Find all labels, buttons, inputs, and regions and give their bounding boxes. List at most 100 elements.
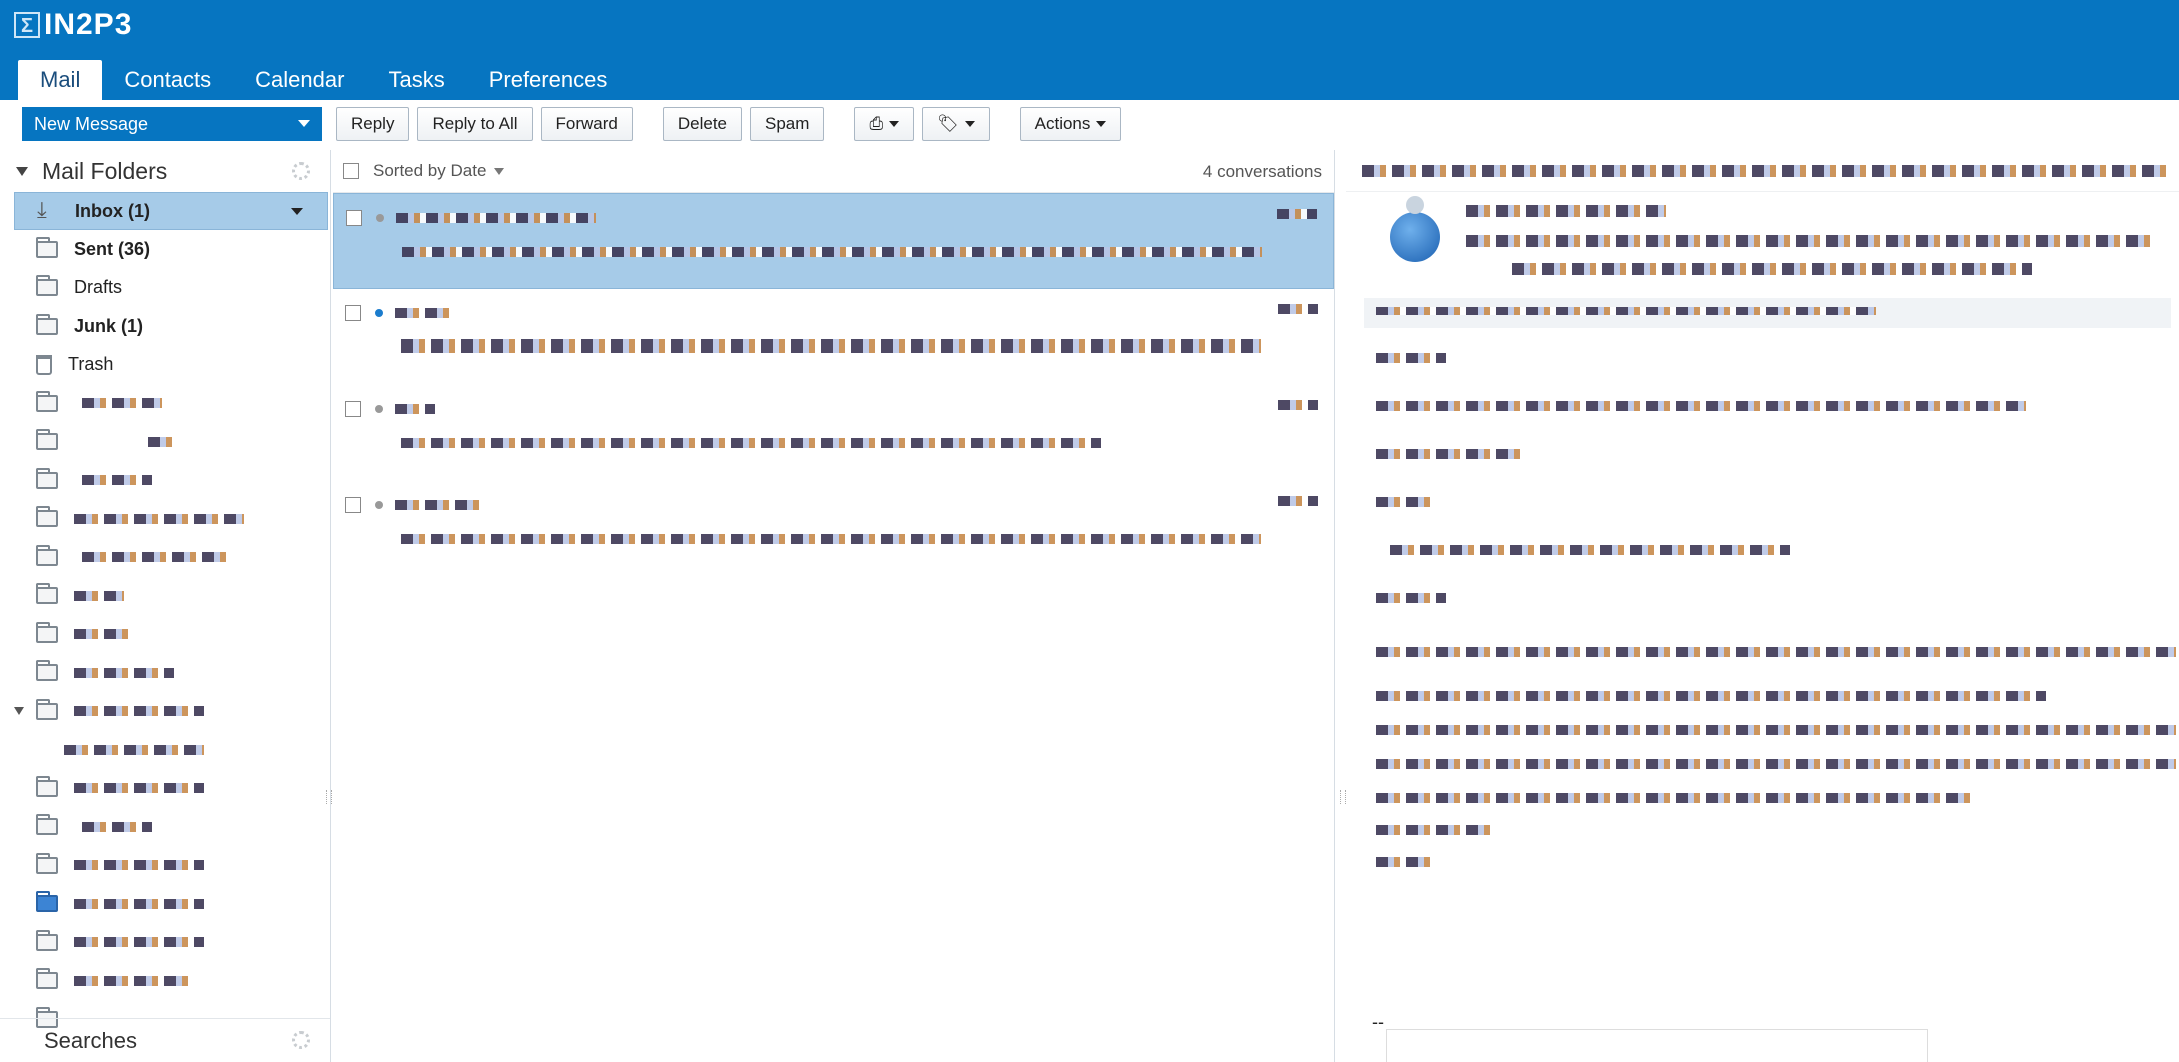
row-checkbox[interactable]	[345, 305, 361, 321]
delete-button[interactable]: Delete	[662, 107, 743, 141]
user-folder[interactable]	[0, 423, 330, 462]
redacted-folder-name	[74, 513, 244, 524]
folder-icon	[36, 814, 58, 836]
folder-icon	[36, 891, 58, 913]
body-line	[1376, 722, 2179, 740]
conversation-row[interactable]	[333, 481, 1334, 577]
read-status-dot[interactable]	[375, 405, 383, 413]
tab-preferences[interactable]: Preferences	[467, 60, 630, 100]
spam-button[interactable]: Spam	[750, 107, 825, 141]
folder-icon	[36, 467, 58, 489]
user-folder[interactable]	[0, 923, 330, 962]
select-all-checkbox[interactable]	[343, 163, 359, 179]
user-folder[interactable]	[0, 577, 330, 616]
collapse-triangle-icon[interactable]	[16, 166, 28, 176]
body-line	[1376, 350, 2179, 368]
conversation-row[interactable]	[333, 193, 1334, 289]
sort-direction-icon[interactable]	[494, 167, 505, 175]
unread-dot[interactable]	[375, 309, 383, 317]
folder-drafts[interactable]: Drafts	[0, 269, 330, 308]
folder-icon	[36, 390, 58, 412]
forward-button[interactable]: Forward	[540, 107, 633, 141]
folder-icon	[36, 929, 58, 951]
user-folder-expanded[interactable]	[0, 692, 330, 731]
redacted-date	[1278, 496, 1318, 506]
tab-mail[interactable]: Mail	[18, 60, 103, 100]
user-folder[interactable]	[0, 962, 330, 1001]
mail-folders-label: Mail Folders	[42, 157, 168, 184]
folder-sent[interactable]: Sent (36)	[0, 230, 330, 269]
chevron-down-icon	[889, 121, 900, 127]
searches-header[interactable]: Searches	[0, 1018, 330, 1062]
folder-icon	[36, 852, 58, 874]
sent-icon	[36, 236, 58, 258]
folder-icon	[36, 544, 58, 566]
folder-icon	[36, 968, 58, 990]
redacted-folder-name	[82, 821, 152, 832]
folder-trash[interactable]: Trash	[0, 346, 330, 385]
read-status-dot[interactable]	[376, 214, 384, 222]
conversation-row[interactable]	[333, 289, 1334, 385]
recipients-line[interactable]	[1466, 234, 2156, 252]
body-line	[1376, 446, 2179, 464]
tag-button[interactable]: 🏷	[922, 107, 990, 141]
conversation-row[interactable]	[333, 385, 1334, 481]
mail-folders-header[interactable]: Mail Folders	[0, 150, 330, 192]
redacted-text	[1376, 353, 1446, 363]
user-folder[interactable]	[0, 846, 330, 885]
gear-icon[interactable]	[292, 162, 310, 180]
tab-tasks[interactable]: Tasks	[366, 60, 466, 100]
gear-icon[interactable]	[292, 1031, 310, 1049]
app-header: Σ IN2P3 Mail Contacts Calendar Tasks Pre…	[0, 0, 2179, 100]
actions-button[interactable]: Actions	[1019, 107, 1122, 141]
cc-line[interactable]	[1512, 262, 2032, 280]
redacted-sender	[395, 404, 435, 414]
user-folder[interactable]	[0, 538, 330, 577]
user-folder[interactable]	[0, 384, 330, 423]
message-date	[1278, 493, 1318, 509]
reply-all-button[interactable]: Reply to All	[417, 107, 533, 141]
body-line	[1376, 854, 2179, 872]
new-message-button[interactable]: New Message	[22, 107, 322, 141]
row-checkbox[interactable]	[345, 401, 361, 417]
tab-calendar[interactable]: Calendar	[233, 60, 366, 100]
chevron-down-icon[interactable]	[291, 208, 303, 215]
redacted-text	[1376, 725, 2176, 735]
sort-label[interactable]: Sorted by Date	[373, 161, 486, 181]
folder-icon	[36, 583, 58, 605]
attachment-bar[interactable]	[1364, 298, 2171, 328]
sender-line[interactable]	[1466, 204, 1666, 222]
redacted-folder-name	[74, 860, 204, 871]
folder-label: Sent (36)	[74, 238, 151, 259]
chevron-down-icon[interactable]	[298, 120, 310, 127]
new-message-label: New Message	[34, 114, 149, 134]
user-folder[interactable]	[0, 808, 330, 847]
read-status-dot[interactable]	[375, 501, 383, 509]
redacted-text	[1376, 593, 1446, 603]
print-button[interactable]: ⎙	[854, 107, 915, 141]
row-checkbox[interactable]	[346, 210, 362, 226]
redacted-subject	[402, 247, 1262, 257]
reply-button[interactable]: Reply	[336, 107, 410, 141]
user-folder[interactable]	[0, 885, 330, 924]
expand-triangle-icon[interactable]	[14, 707, 24, 716]
pane-splitter-handle[interactable]	[326, 790, 332, 804]
brand-logo[interactable]: Σ IN2P3	[14, 8, 132, 42]
mail-toolbar: Reply Reply to All Forward Delete Spam ⎙…	[336, 107, 1122, 141]
user-folder[interactable]	[0, 654, 330, 693]
tab-contacts[interactable]: Contacts	[102, 60, 233, 100]
user-folder[interactable]	[0, 461, 330, 500]
user-folder[interactable]	[0, 500, 330, 539]
message-date	[1278, 301, 1318, 317]
user-folder[interactable]	[0, 769, 330, 808]
folder-junk[interactable]: Junk (1)	[0, 307, 330, 346]
redacted-subject	[401, 339, 1261, 353]
user-folder[interactable]	[0, 615, 330, 654]
redacted-folder-name	[74, 667, 174, 678]
user-subfolder[interactable]	[0, 731, 330, 770]
searches-label: Searches	[44, 1027, 137, 1053]
row-checkbox[interactable]	[345, 497, 361, 513]
folder-icon	[36, 775, 58, 797]
body-line	[1376, 398, 2179, 416]
folder-inbox[interactable]: Inbox (1)	[14, 192, 328, 230]
